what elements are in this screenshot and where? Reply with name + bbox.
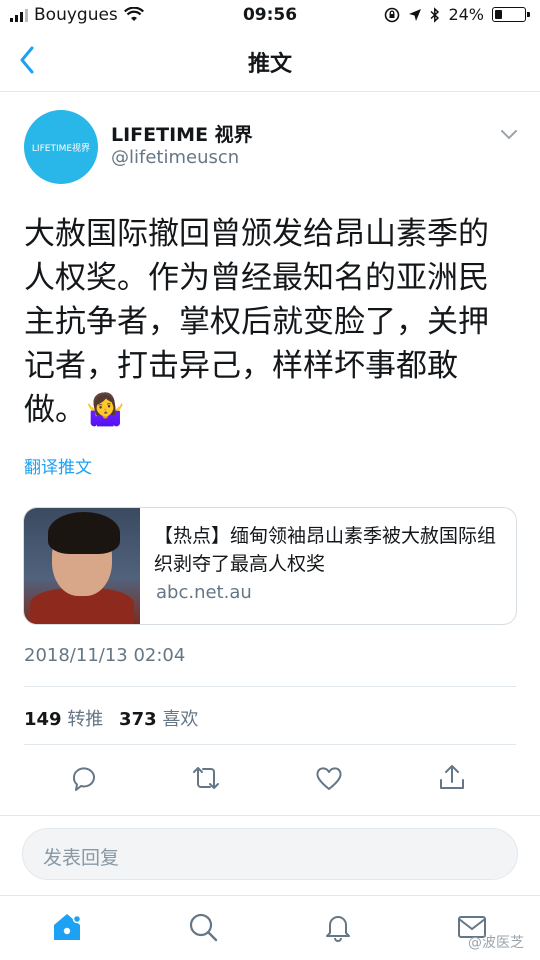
tab-bar: @波医芝 xyxy=(0,895,540,960)
translate-tweet-link[interactable]: 翻译推文 xyxy=(24,453,92,478)
reply-icon[interactable] xyxy=(66,760,102,796)
battery-fill xyxy=(495,10,502,19)
notifications-icon[interactable] xyxy=(321,910,355,944)
status-bar: Bouygues 09:56 24% xyxy=(0,0,540,30)
reply-placeholder: 发表回复 xyxy=(43,847,120,869)
reply-input[interactable]: 发表回复 xyxy=(22,828,518,880)
divider xyxy=(0,815,540,816)
share-icon[interactable] xyxy=(434,760,470,796)
chevron-down-icon[interactable] xyxy=(498,124,520,144)
user-handle[interactable]: @lifetimeuscn xyxy=(111,147,239,168)
link-card[interactable]: 【热点】缅甸领袖昂山素季被大赦国际组织剥夺了最高人权奖 abc.net.au xyxy=(23,507,517,625)
tweet-actions xyxy=(0,760,540,800)
page-title: 推文 xyxy=(247,52,292,77)
search-icon[interactable] xyxy=(186,910,220,944)
avatar-logo-text: LIFETIME视界 xyxy=(31,143,91,154)
divider xyxy=(24,686,516,687)
card-thumbnail xyxy=(24,508,140,624)
lock-rotation-icon xyxy=(385,7,400,22)
display-name[interactable]: LIFETIME 视界 xyxy=(111,120,253,147)
status-right: 24% xyxy=(384,5,530,24)
watermark: @波医芝 xyxy=(468,935,524,951)
navigation-bar: 推文 xyxy=(0,30,540,92)
card-domain: abc.net.au xyxy=(156,582,252,603)
avatar[interactable]: LIFETIME视界 xyxy=(24,110,98,184)
retweets-label[interactable]: 转推 xyxy=(67,709,103,730)
bluetooth-icon xyxy=(430,6,440,23)
like-icon[interactable] xyxy=(311,760,347,796)
tweet-stats: 149 转推 373 喜欢 xyxy=(24,705,208,731)
retweet-icon[interactable] xyxy=(188,760,224,796)
likes-count[interactable]: 373 xyxy=(119,709,157,730)
card-title: 【热点】缅甸领袖昂山素季被大赦国际组织剥夺了最高人权奖 xyxy=(154,525,497,575)
thumbnail-hair xyxy=(48,512,120,554)
battery-percent: 24% xyxy=(448,5,484,24)
location-icon xyxy=(409,8,422,21)
battery-icon xyxy=(492,7,530,22)
tweet-timestamp: 2018/11/13 02:04 xyxy=(24,645,186,666)
divider xyxy=(24,744,516,745)
tweet-text: 大赦国际撤回曾颁发给昂山素季的人权奖。作为曾经最知名的亚洲民主抗争者，掌权后就变… xyxy=(24,216,489,428)
home-icon[interactable] xyxy=(50,910,84,944)
retweets-count[interactable]: 149 xyxy=(24,709,62,730)
likes-label[interactable]: 喜欢 xyxy=(162,709,198,730)
